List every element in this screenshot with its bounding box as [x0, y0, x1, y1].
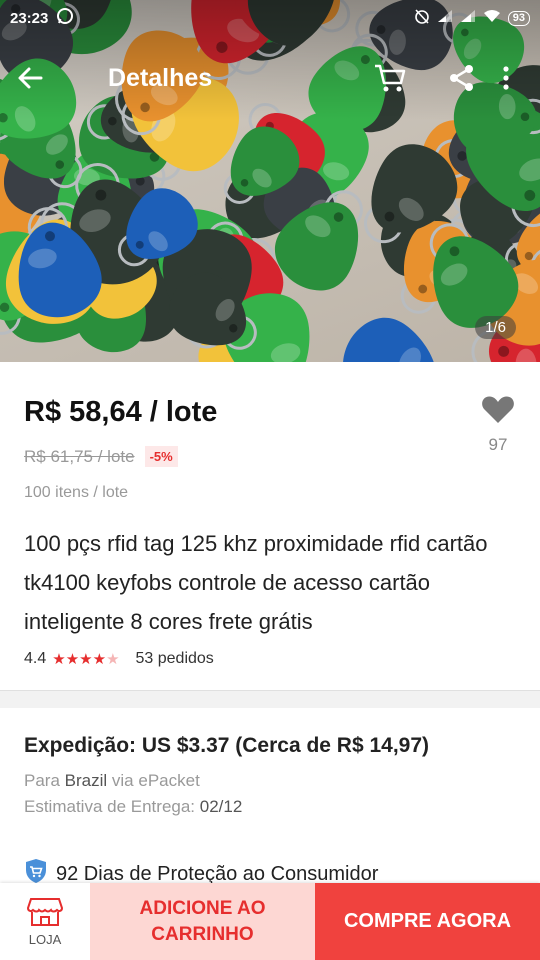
wishlist-button[interactable]: 97 — [478, 394, 518, 455]
lot-size: 100 itens / lote — [24, 484, 129, 501]
add-to-cart-button[interactable]: ADICIONE AO CARRINHO — [90, 883, 315, 960]
signal-icon — [460, 9, 476, 27]
app-bar: Detalhes — [0, 50, 540, 106]
cart-icon[interactable] — [366, 50, 414, 106]
orders-count: 53 pedidos — [135, 650, 214, 667]
bottom-action-bar: LOJA ADICIONE AO CARRINHO COMPRE AGORA — [0, 883, 540, 960]
shipping-heading: Expedição: US $3.37 (Cerca de R$ 14,97) — [24, 734, 430, 757]
shipping-method: ePacket — [138, 771, 200, 790]
heart-icon — [481, 396, 515, 428]
shipping-destination: Para Brazil via ePacket — [24, 771, 200, 791]
share-icon[interactable] — [438, 50, 486, 106]
buy-now-button[interactable]: COMPRE AGORA — [315, 883, 540, 960]
wifi-icon — [483, 9, 501, 27]
more-vert-icon[interactable] — [486, 50, 526, 106]
star-half-icon: ★ — [106, 651, 120, 668]
star-icon: ★ — [92, 651, 107, 668]
store-button[interactable]: LOJA — [0, 883, 90, 960]
shipping-via-prefix: via — [111, 771, 134, 790]
rating-row[interactable]: 4.4 ★★★★★ 53 pedidos — [24, 650, 214, 668]
page-title: Detalhes — [108, 63, 213, 92]
signal-icon — [437, 9, 453, 27]
original-price: R$ 61,75 / lote — [24, 446, 135, 466]
delivery-estimate-date: 02/12 — [199, 797, 243, 816]
shipping-country: Brazil — [64, 771, 108, 790]
battery-icon: 93 — [507, 10, 530, 26]
delivery-estimate-label: Estimativa de Entrega: — [24, 797, 196, 816]
old-price-row: R$ 61,75 / lote -5% — [24, 446, 178, 467]
star-icon: ★ — [65, 651, 80, 668]
star-icon: ★ — [52, 651, 66, 668]
star-icon: ★ — [79, 651, 93, 668]
shipping-section[interactable]: Expedição: US $3.37 (Cerca de R$ 14,97) … — [0, 708, 540, 885]
store-label: LOJA — [28, 931, 62, 947]
discount-badge: -5% — [144, 446, 178, 467]
section-divider — [0, 690, 540, 708]
product-info-section: R$ 58,64 / lote R$ 61,75 / lote -5% 100 … — [0, 362, 540, 690]
rating-stars: ★★★★★ — [52, 650, 119, 668]
image-counter: 1/6 — [475, 316, 516, 339]
back-arrow-icon[interactable] — [0, 50, 60, 106]
whatsapp-icon — [56, 7, 74, 29]
status-time: 23:23 — [10, 9, 49, 27]
product-price: R$ 58,64 / lote — [24, 396, 218, 428]
store-icon — [26, 897, 64, 930]
wishlist-count: 97 — [488, 435, 508, 454]
status-bar: 23:23 93 — [0, 0, 540, 36]
product-title: 100 pçs rfid tag 125 khz proximidade rfi… — [24, 531, 488, 634]
alarm-icon — [414, 8, 430, 28]
delivery-estimate: Estimativa de Entrega: 02/12 — [24, 797, 242, 817]
shipping-to-prefix: Para — [24, 771, 60, 790]
rating-value: 4.4 — [24, 650, 47, 667]
